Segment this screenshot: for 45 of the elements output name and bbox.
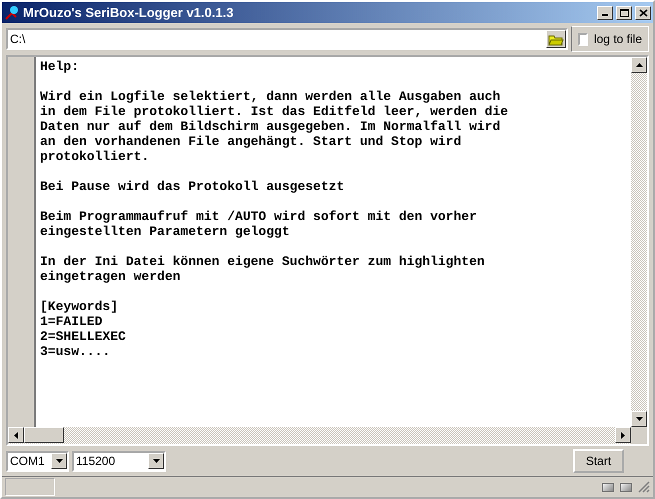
- scrollbar-corner: [631, 427, 647, 444]
- log-line: [Keywords]: [40, 299, 118, 314]
- indicator-icon: [602, 482, 614, 492]
- folder-icon: [548, 32, 564, 46]
- app-icon: [4, 4, 20, 20]
- scroll-left-button[interactable]: [8, 427, 24, 443]
- maximize-icon: [620, 8, 628, 16]
- close-button[interactable]: [635, 6, 651, 20]
- log-line: Help:: [40, 59, 80, 74]
- right-arrow-icon: [621, 432, 625, 438]
- log-line: 1=FAILED: [40, 314, 102, 329]
- baud-rate-dropdown[interactable]: 115200: [72, 450, 166, 472]
- indicator-icon: [620, 482, 632, 492]
- status-panel: [5, 478, 55, 496]
- minimize-icon: [602, 14, 608, 16]
- port-dropdown[interactable]: COM1: [6, 450, 69, 472]
- log-line: protokolliert.: [40, 149, 150, 164]
- scroll-right-button[interactable]: [615, 427, 631, 443]
- log-line: in dem File protokolliert. Ist das Editfeld leer, werden die: [40, 104, 508, 119]
- left-arrow-icon: [14, 432, 18, 438]
- log-line: an den vorhandenen File angehängt. Start und Stop wird: [40, 134, 462, 149]
- log-line: Beim Programmaufruf mit /AUTO wird sofort mit den vorher: [40, 209, 477, 224]
- resize-grip-icon: [638, 481, 650, 493]
- path-field[interactable]: C:\: [6, 28, 568, 50]
- log-line: 2=SHELLEXEC: [40, 329, 126, 344]
- maximize-button[interactable]: [616, 6, 632, 20]
- scroll-up-button[interactable]: [631, 57, 647, 73]
- checkbox-label: log to file: [594, 31, 642, 48]
- minimize-button[interactable]: [597, 6, 613, 20]
- open-folder-button[interactable]: [546, 30, 566, 48]
- close-icon: [638, 8, 648, 16]
- log-line: Wird ein Logfile selektiert, dann werden alle Ausgaben auch: [40, 89, 500, 104]
- down-arrow-icon: [636, 417, 642, 421]
- log-line: Daten nur auf dem Bildschirm ausgegeben. Im Normalfall wird: [40, 119, 500, 134]
- window-title: MrOuzo's SeriBox-Logger v1.0.1.3: [23, 4, 234, 22]
- log-line: Bei Pause wird das Protokoll ausgesetzt: [40, 179, 344, 194]
- log-line: 3=usw....: [40, 344, 110, 359]
- log-line: eingestellten Parametern geloggt: [40, 224, 290, 239]
- start-button[interactable]: Start: [573, 449, 624, 473]
- scroll-thumb[interactable]: [24, 427, 64, 443]
- log-line: In der Ini Datei können eigene Suchwörter zum highlighten: [40, 254, 485, 269]
- up-arrow-icon: [636, 63, 642, 67]
- log-line: eingetragen werden: [40, 269, 180, 284]
- scroll-down-button[interactable]: [631, 411, 647, 427]
- log-to-file-checkbox[interactable]: [578, 32, 588, 46]
